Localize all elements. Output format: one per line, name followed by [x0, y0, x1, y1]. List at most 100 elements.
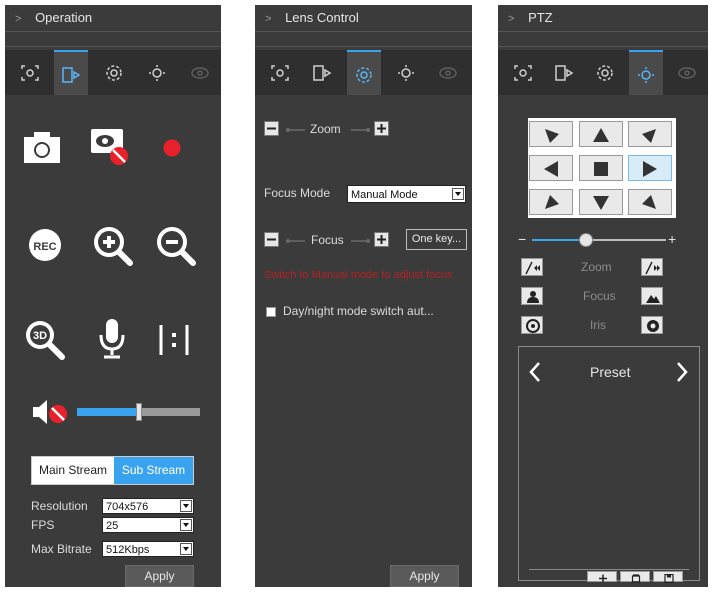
ptz-right-button[interactable] [628, 155, 672, 181]
focus-mode-select[interactable]: Manual Mode [347, 185, 466, 203]
one-key-focus-button[interactable]: One key... [406, 229, 467, 250]
volume-slider[interactable] [77, 403, 200, 421]
ptz-focus-label: Focus [583, 289, 616, 303]
zoom-out-button[interactable] [155, 225, 197, 272]
privacy-mask-button[interactable] [89, 125, 131, 172]
iris-open-button[interactable] [641, 316, 663, 334]
tab-focus-target[interactable] [263, 50, 297, 95]
microphone-button[interactable] [97, 317, 127, 366]
lens-control-panel: > Lens Control Zoom Focus Mode Manual Mo… [255, 5, 472, 587]
focus-target-icon [271, 65, 289, 81]
ptz-down-left-button[interactable] [529, 189, 573, 215]
apply-button[interactable]: Apply [125, 565, 194, 587]
sub-stream-button[interactable]: Sub Stream [114, 457, 193, 484]
ptz-header[interactable]: > PTZ [498, 5, 708, 32]
ptz-icon [638, 67, 654, 83]
zoom-minus-button[interactable] [264, 121, 279, 136]
preset-save-button[interactable] [653, 571, 683, 583]
speed-plus-icon[interactable]: + [668, 231, 676, 247]
day-night-checkbox[interactable] [266, 307, 276, 317]
preset-next-button[interactable] [674, 361, 690, 388]
focus-minus-button[interactable] [264, 232, 279, 247]
svg-text:3D: 3D [33, 330, 47, 342]
tab-eye[interactable] [183, 50, 217, 95]
tab-settings[interactable] [97, 50, 131, 95]
camera-icon [24, 132, 60, 163]
focus-near-button[interactable] [521, 287, 543, 305]
save-icon [664, 574, 674, 583]
fit-ratio-button[interactable] [157, 323, 191, 362]
ptz-up-left-button[interactable] [529, 121, 573, 147]
rec-button[interactable]: REC [27, 227, 63, 268]
preset-delete-button[interactable] [620, 571, 650, 583]
apply-button[interactable]: Apply [390, 565, 459, 587]
arrow-up-right-icon [642, 129, 656, 143]
3d-zoom-button[interactable]: 3D [22, 317, 66, 366]
snapshot-button[interactable] [22, 129, 62, 170]
zoom-in-button[interactable] [92, 225, 134, 272]
tab-lens-control[interactable] [347, 50, 381, 95]
preset-prev-button[interactable] [527, 361, 543, 388]
arrow-up-icon [593, 128, 609, 142]
zoom-in-button[interactable] [641, 258, 663, 276]
ptz-left-button[interactable] [529, 155, 573, 181]
plus-icon [599, 574, 607, 583]
mountain-icon [646, 295, 660, 303]
mute-button[interactable] [31, 398, 69, 431]
tab-operation[interactable] [305, 50, 339, 95]
speaker-muted-icon [33, 400, 67, 424]
focus-plus-button[interactable] [374, 232, 389, 247]
tab-operation[interactable] [54, 50, 88, 95]
camera-control-icon [62, 67, 81, 83]
svg-text:REC: REC [33, 241, 56, 253]
zoom-label: Zoom [310, 122, 341, 136]
tab-ptz[interactable] [629, 50, 663, 95]
chevron-down-icon [452, 188, 464, 200]
tab-settings[interactable] [588, 50, 622, 95]
tab-eye[interactable] [431, 50, 465, 95]
lens-control-title: Lens Control [285, 10, 359, 25]
zoom-out-button[interactable] [521, 258, 543, 276]
eye-icon [191, 67, 209, 79]
record-button[interactable] [162, 138, 182, 163]
ptz-stop-button[interactable] [579, 155, 623, 181]
ptz-up-right-button[interactable] [628, 121, 672, 147]
speed-fill [532, 239, 586, 241]
plus-icon [377, 235, 386, 244]
lens-control-header[interactable]: > Lens Control [255, 5, 472, 32]
arrow-up-left-icon [545, 129, 559, 143]
gear-icon [597, 65, 613, 81]
arrow-right-icon [643, 161, 657, 177]
tab-ptz[interactable] [389, 50, 423, 95]
tab-ptz[interactable] [140, 50, 174, 95]
focus-warning-text: Switch to Manual mode to adjust focus [264, 269, 453, 281]
preset-label: Preset [590, 364, 631, 380]
tab-focus-target[interactable] [13, 50, 47, 95]
focus-far-button[interactable] [641, 287, 663, 305]
speed-slider[interactable] [532, 233, 666, 247]
max-bitrate-select[interactable]: 512Kbps [102, 541, 194, 557]
focus-mode-label: Focus Mode [264, 186, 331, 200]
focus-target-icon [21, 65, 39, 81]
iris-close-button[interactable] [521, 316, 543, 334]
ptz-down-right-button[interactable] [628, 189, 672, 215]
main-stream-button[interactable]: Main Stream [32, 457, 114, 484]
speed-thumb[interactable] [579, 233, 593, 247]
resolution-select[interactable]: 704x576 [102, 498, 194, 514]
focus-target-icon [514, 65, 532, 81]
fps-select[interactable]: 25 [102, 517, 194, 533]
tab-focus-target[interactable] [506, 50, 540, 95]
resolution-label: Resolution [31, 499, 88, 513]
preset-add-button[interactable] [587, 571, 617, 583]
ptz-down-button[interactable] [579, 189, 623, 215]
volume-thumb[interactable] [136, 403, 142, 421]
speed-minus-icon[interactable]: − [518, 231, 526, 247]
tab-eye[interactable] [670, 50, 704, 95]
ptz-up-button[interactable] [579, 121, 623, 147]
zoom-plus-button[interactable] [374, 121, 389, 136]
operation-title: Operation [35, 10, 93, 25]
ptz-title: PTZ [528, 10, 553, 25]
tab-operation[interactable] [547, 50, 581, 95]
day-night-label: Day/night mode switch aut... [283, 304, 434, 318]
operation-header[interactable]: > Operation [5, 5, 221, 32]
